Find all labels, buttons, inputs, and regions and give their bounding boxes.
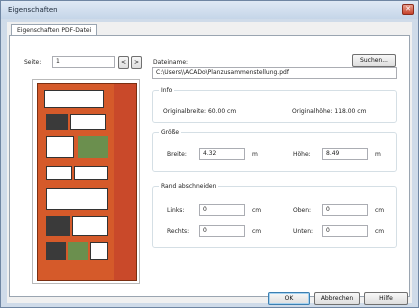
poster-header-image [44, 90, 104, 108]
properties-dialog: Eigenschaften ✕ Eigenschaften PDF-Datei … [0, 0, 419, 308]
poster-plan-2 [46, 136, 74, 158]
original-height: Originalhöhe: 118.00 cm [292, 108, 367, 115]
tab-strip: Eigenschaften PDF-Datei [7, 22, 412, 36]
crop-top-label: Oben: [293, 207, 312, 214]
close-button[interactable]: ✕ [402, 4, 414, 15]
cancel-button[interactable]: Abbrechen [314, 292, 360, 305]
filename-input[interactable]: C:\Users\\ACADo\Planzusammenstellung.pdf [152, 67, 397, 79]
width-input[interactable]: 4.32 [199, 148, 245, 160]
poster-photo-3 [46, 216, 70, 236]
width-label: Breite: [167, 151, 187, 158]
pdf-preview [32, 79, 140, 284]
height-label: Höhe: [293, 151, 311, 158]
crop-top-unit: cm [375, 207, 385, 214]
crop-group: Rand abschneiden Links: 0 cm Oben: 0 cm … [152, 183, 397, 248]
info-group: Info Originalbreite: 60.00 cm Originalhö… [152, 87, 397, 123]
poster-section [46, 188, 108, 210]
height-input[interactable]: 8.49 [322, 148, 368, 160]
dialog-title: Eigenschaften [8, 6, 58, 14]
poster-plan-1 [70, 114, 106, 130]
filename-label: Dateiname: [153, 59, 189, 66]
poster-side-band [114, 84, 136, 280]
poster-thumbnail [37, 83, 137, 281]
width-unit: m [252, 151, 258, 158]
crop-left-unit: cm [252, 207, 262, 214]
crop-top-input[interactable]: 0 [322, 204, 368, 216]
prev-page-button[interactable]: < [118, 56, 129, 69]
ok-button[interactable]: OK [268, 292, 310, 305]
crop-left-label: Links: [167, 207, 185, 214]
tab-panel: Seite: 1 < > Dateiname: Suchen... C:\Use… [9, 35, 410, 297]
crop-right-input[interactable]: 0 [199, 225, 245, 237]
poster-photo-1 [46, 114, 68, 130]
crop-right-label: Rechts: [167, 228, 190, 235]
size-group: Größe Breite: 4.32 m Höhe: 8.49 m [152, 129, 397, 172]
next-page-button[interactable]: > [131, 56, 142, 69]
info-group-title: Info [159, 87, 175, 94]
poster-photo-4 [46, 242, 66, 260]
height-unit: m [375, 151, 381, 158]
title-bar[interactable]: Eigenschaften ✕ [1, 1, 418, 19]
crop-bottom-label: Unten: [293, 228, 314, 235]
crop-right-unit: cm [252, 228, 262, 235]
poster-photo-2 [78, 136, 108, 158]
poster-plan-4 [74, 166, 108, 180]
poster-plan-3 [46, 166, 72, 180]
dialog-client: Eigenschaften PDF-Datei Seite: 1 < > Dat… [7, 22, 412, 305]
help-button[interactable]: Hilfe [364, 292, 408, 305]
page-label: Seite: [24, 59, 42, 66]
poster-photo-5 [68, 242, 88, 260]
poster-photo-6 [90, 242, 108, 260]
crop-left-input[interactable]: 0 [199, 204, 245, 216]
browse-button[interactable]: Suchen... [352, 54, 396, 67]
page-input[interactable]: 1 [52, 56, 115, 68]
crop-group-title: Rand abschneiden [159, 183, 219, 190]
original-width: Originalbreite: 60.00 cm [163, 108, 237, 115]
size-group-title: Größe [159, 129, 182, 136]
crop-bottom-input[interactable]: 0 [322, 225, 368, 237]
crop-bottom-unit: cm [375, 228, 385, 235]
poster-plan-5 [72, 216, 108, 236]
